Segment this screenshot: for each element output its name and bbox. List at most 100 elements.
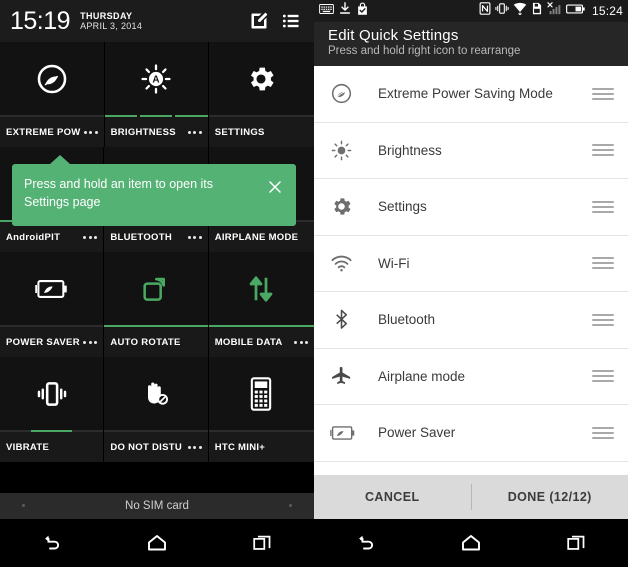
tile-mobile-data[interactable]: MOBILE DATA <box>208 252 314 357</box>
tile-label-row: BLUETOOTH <box>104 222 208 252</box>
list-item-brightness[interactable]: Brightness <box>314 123 628 179</box>
brightness-icon <box>330 139 370 162</box>
tile-indicator-bar <box>208 325 314 327</box>
quick-settings-header: 15:19 THURSDAY APRIL 3, 2014 <box>0 0 314 42</box>
tile-overflow-dots[interactable] <box>83 340 98 344</box>
done-button[interactable]: DONE (12/12) <box>472 490 628 504</box>
tile-overflow-dots[interactable] <box>187 445 202 449</box>
tile-overflow-dots[interactable] <box>294 340 309 344</box>
list-item-label: Bluetooth <box>378 312 436 328</box>
auto-rotate-icon <box>104 252 207 325</box>
edit-pencil-icon[interactable] <box>246 8 272 34</box>
page-title: Edit Quick Settings <box>328 27 459 44</box>
gear-icon <box>209 42 314 115</box>
quick-settings-list: Extreme Power Saving Mode Brightness Set… <box>314 66 628 475</box>
page-subtitle: Press and hold right icon to rearrange <box>328 45 521 57</box>
drag-handle-icon[interactable] <box>592 370 614 383</box>
tile-label: AUTO ROTATE <box>110 336 181 348</box>
nfc-icon <box>479 2 491 20</box>
drag-handle-icon[interactable] <box>592 313 614 326</box>
tile-label: POWER SAVER <box>6 336 80 348</box>
tile-row: VIBRATE DO NOT DISTU HTC MINI+ <box>0 357 314 462</box>
screenshot-root: 15:19 THURSDAY APRIL 3, 2014 EXTREME POW… <box>0 0 628 567</box>
battery-icon <box>566 2 585 20</box>
list-item-airplane-mode[interactable]: Airplane mode <box>314 349 628 405</box>
tile-label-row: BRIGHTNESS <box>104 117 208 147</box>
status-bar-clock: 15:24 <box>591 4 623 18</box>
recents-icon[interactable] <box>548 523 604 563</box>
list-item-power-saver[interactable]: Power Saver <box>314 405 628 462</box>
list-item-bluetooth[interactable]: Bluetooth <box>314 292 628 349</box>
sim-status-bar: No SIM card <box>0 493 314 519</box>
tile-label: SETTINGS <box>214 126 265 138</box>
battery-leaf-icon <box>0 252 103 325</box>
htc-mini-icon <box>209 357 314 430</box>
status-bar-right-icons: 15:24 <box>479 2 623 20</box>
quick-settings-tile-grid: EXTREME POW A BRIGHTNESS SETTINGS Androi… <box>0 42 314 493</box>
tile-indicator-bar <box>0 430 104 432</box>
recents-icon[interactable] <box>234 523 290 563</box>
back-arrow-icon[interactable] <box>338 523 394 563</box>
tile-extreme-power-saving[interactable]: EXTREME POW <box>0 42 104 147</box>
airplane-icon <box>330 365 370 388</box>
list-menu-icon[interactable] <box>278 8 304 34</box>
drag-handle-icon[interactable] <box>592 426 614 439</box>
drag-handle-icon[interactable] <box>592 87 614 100</box>
bluetooth-icon <box>330 308 370 331</box>
tile-indicator-bar <box>208 115 314 117</box>
clock-day-of-week: THURSDAY <box>80 10 133 21</box>
tile-htc-mini-plus[interactable]: HTC MINI+ <box>208 357 314 462</box>
tile-do-not-disturb[interactable]: DO NOT DISTU <box>104 357 208 462</box>
shopping-bag-check-icon <box>356 1 369 21</box>
gear-icon <box>330 195 370 218</box>
wifi-icon <box>513 2 527 20</box>
sd-card-icon <box>531 2 543 20</box>
tile-overflow-dots[interactable] <box>187 235 202 239</box>
back-arrow-icon[interactable] <box>24 523 80 563</box>
signal-no-service-icon <box>547 2 562 20</box>
vibrate-icon <box>0 357 103 430</box>
battery-leaf-icon <box>330 423 370 443</box>
quick-settings-panel: 15:19 THURSDAY APRIL 3, 2014 EXTREME POW… <box>0 0 314 567</box>
tile-label-row: AIRPLANE MODE <box>208 222 314 252</box>
action-button-bar: CANCEL DONE (12/12) <box>314 475 628 519</box>
status-bar: 15:24 <box>314 0 628 22</box>
edit-quick-settings-panel: 15:24 Edit Quick Settings Press and hold… <box>314 0 628 567</box>
navigation-bar <box>0 519 314 567</box>
home-icon[interactable] <box>129 523 185 563</box>
tile-row: POWER SAVER AUTO ROTATE MOBILE DATA <box>0 252 314 357</box>
data-arrows-icon <box>209 252 314 325</box>
tile-vibrate[interactable]: VIBRATE <box>0 357 104 462</box>
do-not-disturb-icon <box>104 357 207 430</box>
brightness-auto-icon: A <box>105 42 208 115</box>
tooltip-popup[interactable]: Press and hold an item to open its Setti… <box>12 155 296 226</box>
tile-label-row: SETTINGS <box>208 117 314 147</box>
close-x-icon[interactable] <box>264 176 286 198</box>
list-item-settings[interactable]: Settings <box>314 179 628 236</box>
tile-indicator-bar <box>0 325 104 327</box>
drag-handle-icon[interactable] <box>592 200 614 213</box>
home-icon[interactable] <box>443 523 499 563</box>
clock-date: APRIL 3, 2014 <box>80 21 143 31</box>
tile-auto-rotate[interactable]: AUTO ROTATE <box>104 252 208 357</box>
tile-settings[interactable]: SETTINGS <box>208 42 314 147</box>
tile-overflow-dots[interactable] <box>83 130 98 134</box>
tile-power-saver[interactable]: POWER SAVER <box>0 252 104 357</box>
tile-label-row: DO NOT DISTU <box>104 432 208 462</box>
svg-text:A: A <box>153 74 160 85</box>
cancel-button[interactable]: CANCEL <box>314 490 471 504</box>
tile-overflow-dots[interactable] <box>83 235 98 239</box>
status-bar-left-icons <box>319 1 369 21</box>
drag-handle-icon[interactable] <box>592 257 614 270</box>
tile-overflow-dots[interactable] <box>187 130 202 134</box>
tooltip-arrow <box>50 155 70 164</box>
download-icon <box>339 2 351 20</box>
drag-handle-icon[interactable] <box>592 144 614 157</box>
tile-label: BRIGHTNESS <box>110 126 176 138</box>
tile-label-row: VIBRATE <box>0 432 104 462</box>
list-item-wifi[interactable]: Wi-Fi <box>314 236 628 292</box>
list-item-extreme-power-saving[interactable]: Extreme Power Saving Mode <box>314 66 628 123</box>
leaf-eco-icon <box>0 42 104 115</box>
tile-brightness[interactable]: A BRIGHTNESS <box>104 42 208 147</box>
page-title-block: Edit Quick Settings Press and hold right… <box>314 22 628 66</box>
